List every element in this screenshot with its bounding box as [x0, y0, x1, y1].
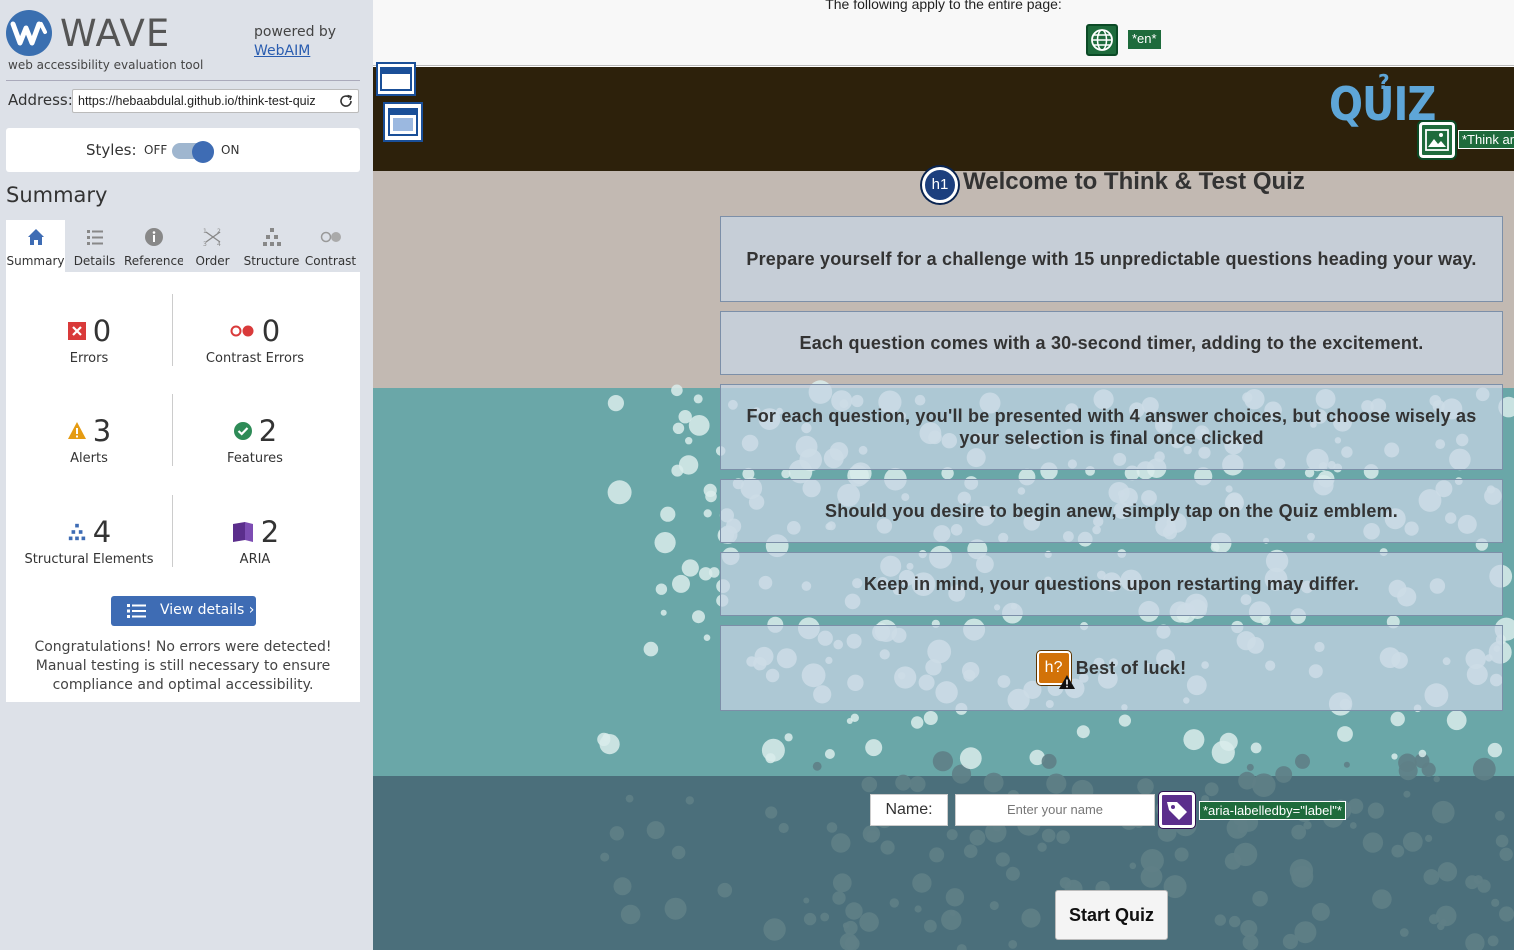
- wave-logo-icon: [6, 10, 52, 56]
- image-alt-icon[interactable]: [1419, 122, 1455, 158]
- warning-icon: [1058, 675, 1075, 689]
- wave-tagline: web accessibility evaluation tool: [8, 58, 204, 72]
- list-icon: [127, 604, 146, 618]
- stat-features[interactable]: 2 Features: [172, 414, 338, 466]
- stat-value: 3: [92, 414, 112, 448]
- feature-icon: [233, 422, 252, 440]
- tab-label: Summary: [6, 254, 65, 268]
- stat-label: Errors: [69, 351, 109, 366]
- stat-errors[interactable]: 0 Errors: [6, 314, 172, 366]
- aria-label-icon[interactable]: [1159, 792, 1195, 828]
- address-input[interactable]: https://hebaabdulal.github.io/think-test…: [72, 89, 359, 113]
- tab-summary[interactable]: Summary: [6, 220, 65, 272]
- tab-structure[interactable]: Structure: [242, 220, 301, 272]
- summary-panel: 0 Errors 0 Contrast Errors 3 Alerts 2 Fe…: [6, 272, 360, 702]
- congrats-message: Congratulations! No errors were detected…: [34, 639, 332, 693]
- instruction-box: Should you desire to begin anew, simply …: [720, 479, 1503, 543]
- instruction-box: Keep in mind, your questions upon restar…: [720, 552, 1503, 616]
- styles-on-label: ON: [221, 143, 240, 157]
- page-heading: Welcome to Think & Test Quiz: [963, 168, 1305, 195]
- contrast-icon: [320, 231, 341, 243]
- address-label: Address:: [8, 91, 73, 109]
- stat-value: 0: [92, 314, 112, 348]
- tab-order[interactable]: 1 2 3 4 Order: [183, 220, 242, 272]
- name-label: Name:: [870, 794, 948, 826]
- order-icon: 1 2 3 4: [203, 228, 221, 248]
- instruction-box: Each question comes with a 30-second tim…: [720, 311, 1503, 375]
- tab-label: Contrast: [304, 254, 357, 268]
- error-icon: [67, 322, 86, 340]
- stat-value: 4: [92, 515, 112, 549]
- tab-contrast[interactable]: Contrast: [301, 220, 360, 272]
- contrast-error-icon: [230, 325, 254, 337]
- svg-text:1: 1: [203, 228, 207, 235]
- summary-title: Summary: [6, 183, 108, 207]
- stat-contrast-errors[interactable]: 0 Contrast Errors: [172, 314, 338, 366]
- stat-label: Contrast Errors: [205, 351, 305, 366]
- view-details-button[interactable]: View details ›: [111, 596, 256, 626]
- stat-label: Alerts: [70, 451, 108, 466]
- wave-brand: WAVE: [60, 12, 171, 55]
- divider: [6, 80, 360, 81]
- instruction-box: Prepare yourself for a challenge with 15…: [720, 216, 1503, 302]
- stat-structural-elements[interactable]: 4 Structural Elements: [6, 515, 172, 567]
- stat-label: ARIA: [239, 552, 271, 567]
- structure-icon: [68, 523, 85, 541]
- powered-by-text: powered by: [254, 24, 337, 40]
- tab-label: Details: [73, 254, 116, 268]
- name-input[interactable]: Enter your name: [955, 794, 1155, 826]
- styles-toggle-card: Styles: OFF ON: [6, 128, 360, 172]
- stat-value: 2: [258, 414, 278, 448]
- structure-icon: [263, 228, 281, 246]
- table-icon[interactable]: [376, 62, 416, 96]
- wave-sidebar: WAVE web accessibility evaluation tool p…: [0, 0, 373, 950]
- stat-label: Features: [227, 451, 283, 466]
- styles-off-label: OFF: [144, 143, 168, 157]
- wave-tabs: Summary Details Reference 1 2 3 4 Order Str…: [6, 220, 360, 272]
- tab-label: Reference: [124, 254, 185, 268]
- stat-value: 0: [261, 314, 281, 348]
- svg-text:3: 3: [203, 241, 207, 248]
- styles-label: Styles:: [86, 141, 137, 159]
- reload-icon[interactable]: [338, 93, 354, 109]
- evaluated-page: The following apply to the entire page: …: [373, 0, 1514, 950]
- stat-aria[interactable]: 2 ARIA: [172, 515, 338, 567]
- aria-tag: *aria-labelledby="label"*: [1199, 801, 1346, 820]
- info-icon: [145, 228, 163, 246]
- svg-text:4: 4: [217, 241, 221, 248]
- h1-icon[interactable]: h1: [922, 167, 958, 203]
- start-quiz-button[interactable]: Start Quiz: [1055, 890, 1168, 940]
- stat-value: 2: [260, 515, 280, 549]
- instruction-box: For each question, you'll be presented w…: [720, 384, 1503, 470]
- view-details-label: View details ›: [160, 602, 255, 618]
- table-icon[interactable]: [383, 102, 423, 142]
- tab-label: Order: [195, 254, 230, 268]
- instruction-box-best-of-luck: h? Best of luck!: [720, 625, 1503, 711]
- stat-label: Structural Elements: [24, 552, 154, 567]
- alert-icon: [67, 422, 86, 439]
- heading-alert-label: h?: [1044, 659, 1063, 676]
- tab-label: Structure: [243, 254, 300, 268]
- stat-alerts[interactable]: 3 Alerts: [6, 414, 172, 466]
- list-icon: [87, 230, 103, 245]
- aria-icon: [232, 522, 253, 542]
- tab-reference[interactable]: Reference: [124, 220, 185, 272]
- alt-text-tag: *Think ar: [1458, 130, 1514, 149]
- heading-alert-icon[interactable]: h?: [1036, 651, 1075, 689]
- home-icon: [28, 229, 44, 245]
- tab-details[interactable]: Details: [65, 220, 124, 272]
- styles-toggle-knob[interactable]: [192, 141, 214, 163]
- best-of-luck-text: Best of luck!: [1075, 658, 1187, 678]
- webaim-link[interactable]: WebAIM: [254, 43, 310, 59]
- svg-text:2: 2: [217, 228, 221, 235]
